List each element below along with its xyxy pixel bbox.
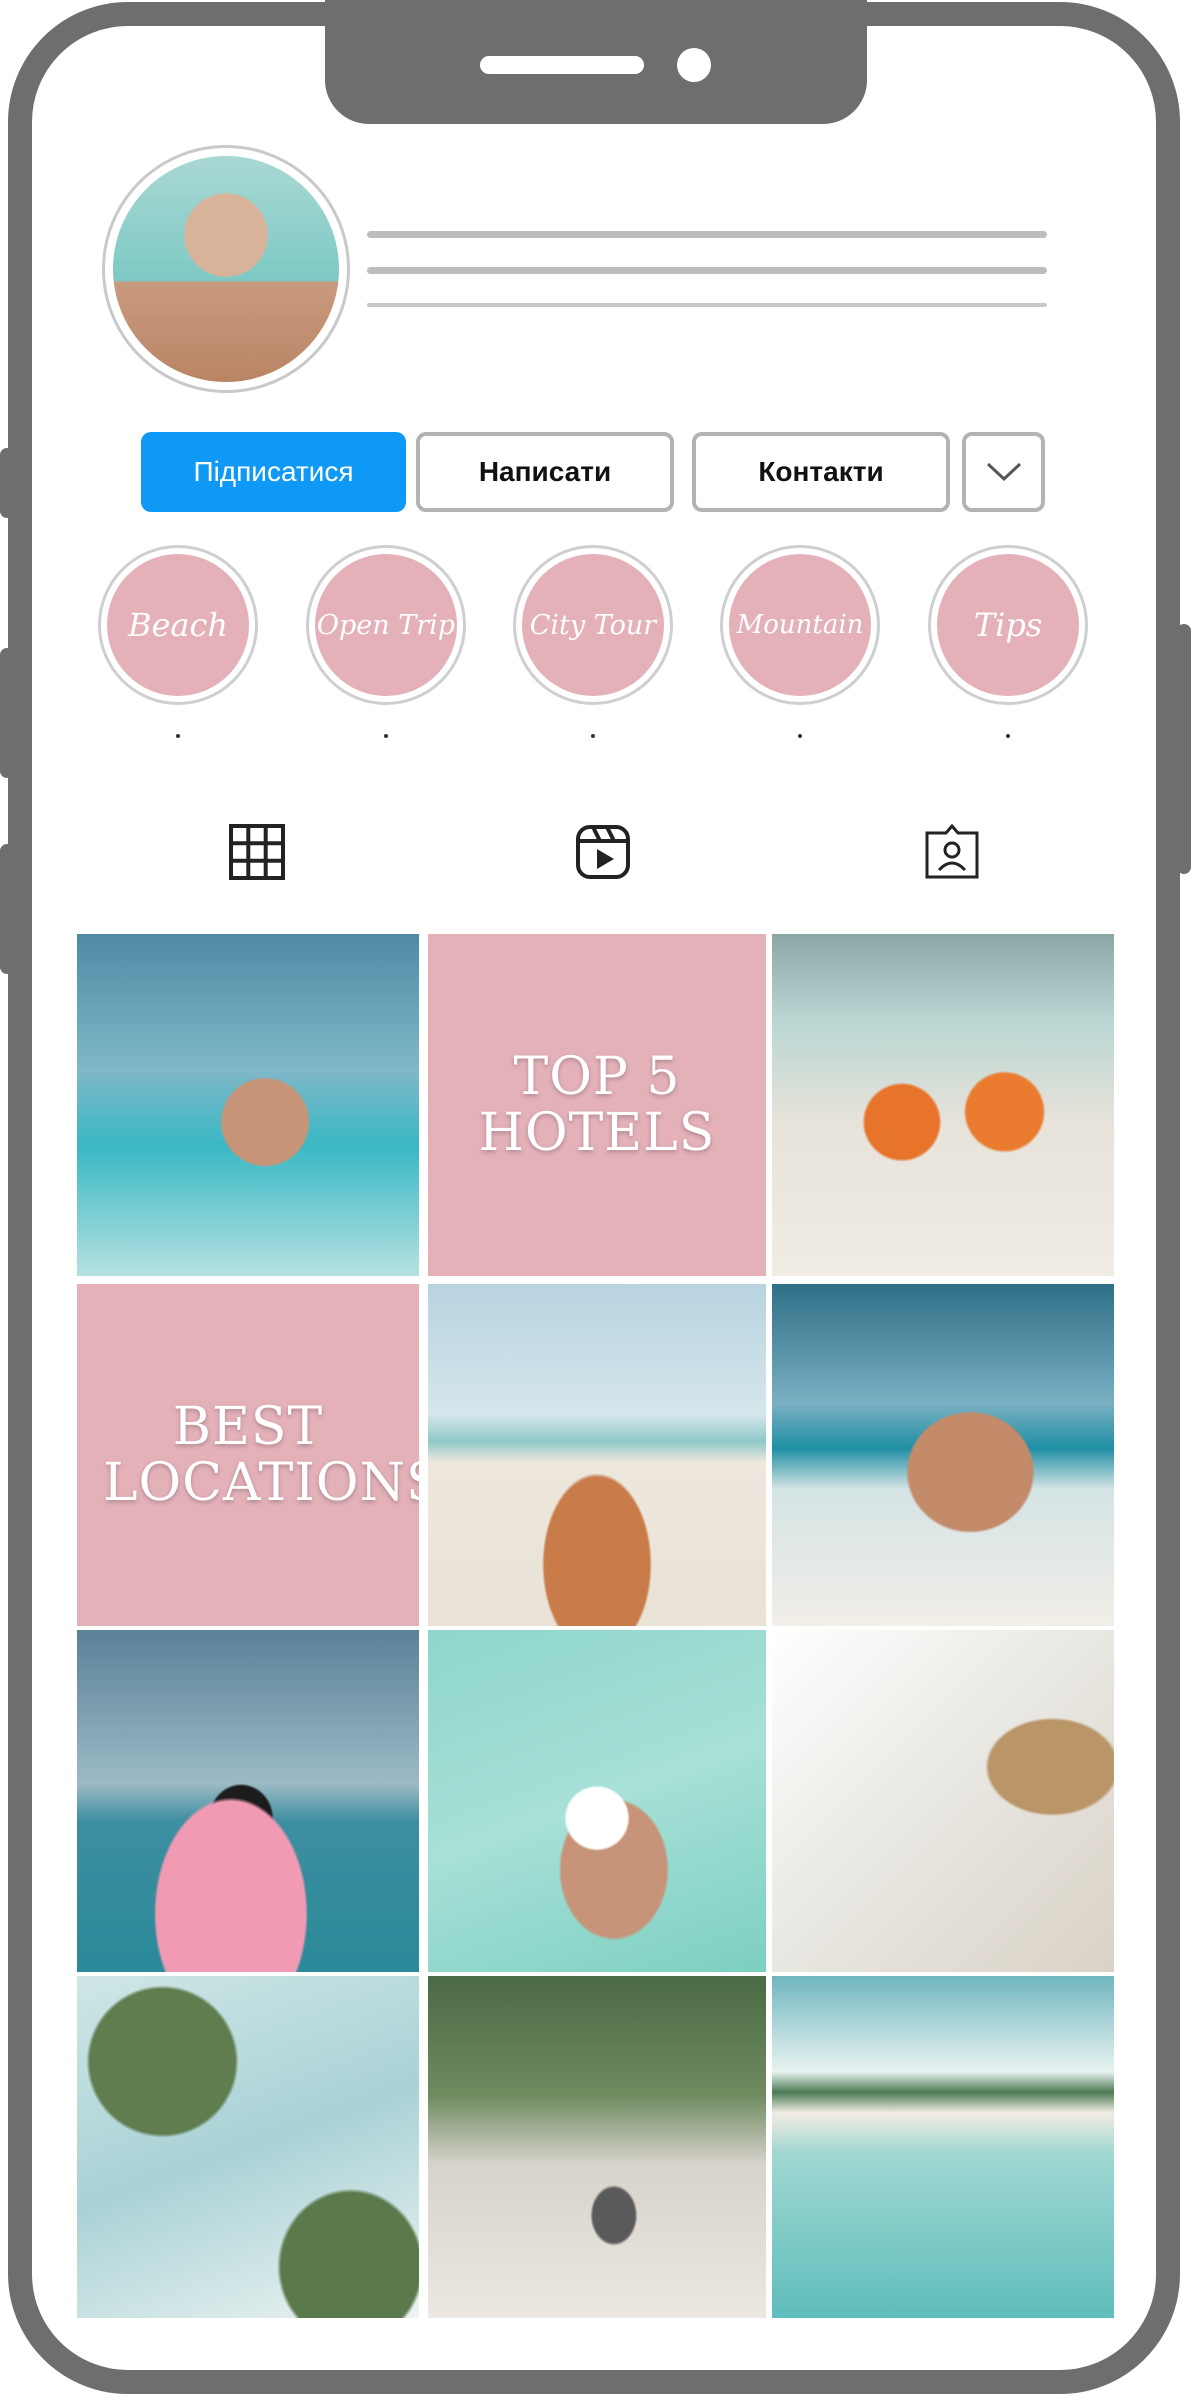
bio-line-2 (367, 267, 1047, 274)
photo (428, 1284, 766, 1626)
highlight-caption (1006, 734, 1010, 738)
photo (77, 1630, 419, 1972)
tab-grid[interactable] (227, 822, 287, 882)
highlight-open-trip[interactable]: Open Trip (306, 545, 466, 705)
follow-button[interactable]: Підписатися (141, 432, 406, 512)
post-top-5-hotels[interactable]: TOP 5 HOTELS (428, 934, 766, 1276)
post-woman-in-sea[interactable] (77, 934, 419, 1276)
photo (428, 1976, 766, 2318)
photo (77, 934, 419, 1276)
highlight-beach[interactable]: Beach (98, 545, 258, 705)
tab-tagged[interactable] (922, 822, 982, 882)
highlight-label: Open Trip (315, 554, 457, 696)
speaker-grille (480, 56, 644, 74)
photo (772, 1976, 1114, 2318)
more-options-button[interactable] (962, 432, 1045, 512)
highlight-caption (384, 734, 388, 738)
photo (428, 1630, 766, 1972)
post-woman-sunbathing[interactable] (772, 1284, 1114, 1626)
grid-icon (229, 824, 285, 880)
post-woman-on-surfboard[interactable] (77, 1630, 419, 1972)
chevron-down-icon (986, 462, 1021, 482)
highlight-label: Beach (107, 554, 249, 696)
front-camera (677, 48, 711, 82)
power-button (1177, 624, 1191, 874)
photo (77, 1976, 419, 2318)
post-beach-chair[interactable] (772, 1630, 1114, 1972)
highlight-label: Mountain (729, 554, 871, 696)
profile-photo (113, 156, 339, 382)
post-hand-with-flower[interactable] (428, 1630, 766, 1972)
highlight-city-tour[interactable]: City Tour (513, 545, 673, 705)
photo (772, 1284, 1114, 1626)
highlight-label: City Tour (522, 554, 664, 696)
bio-line-1 (367, 231, 1047, 238)
reels-icon (576, 825, 630, 879)
bio-line-3 (367, 303, 1047, 307)
post-woman-with-bicycle[interactable] (428, 1976, 766, 2318)
highlight-label: Tips (937, 554, 1079, 696)
highlight-caption (798, 734, 802, 738)
post-coconut-drinks[interactable] (772, 934, 1114, 1276)
message-button[interactable]: Написати (416, 432, 674, 512)
post-card-text: TOP 5 HOTELS (478, 1046, 716, 1163)
volume-up-button (0, 448, 14, 518)
highlight-caption (176, 734, 180, 738)
post-pier-lagoon[interactable] (772, 1976, 1114, 2318)
highlight-mountain[interactable]: Mountain (720, 545, 880, 705)
post-card-text: BEST LOCATIONS (103, 1396, 419, 1513)
contacts-button[interactable]: Контакти (692, 432, 950, 512)
highlight-tips[interactable]: Tips (928, 545, 1088, 705)
photo (772, 1630, 1114, 1972)
post-best-locations[interactable]: BEST LOCATIONS (77, 1284, 419, 1626)
tagged-icon (925, 823, 979, 879)
avatar[interactable] (102, 145, 350, 393)
highlight-caption (591, 734, 595, 738)
volume-down-button (0, 648, 14, 778)
post-breakfast-on-beach[interactable] (428, 1284, 766, 1626)
tab-reels[interactable] (573, 822, 633, 882)
post-palm-trees-sky[interactable] (77, 1976, 419, 2318)
photo (772, 934, 1114, 1276)
silent-switch (0, 844, 14, 974)
